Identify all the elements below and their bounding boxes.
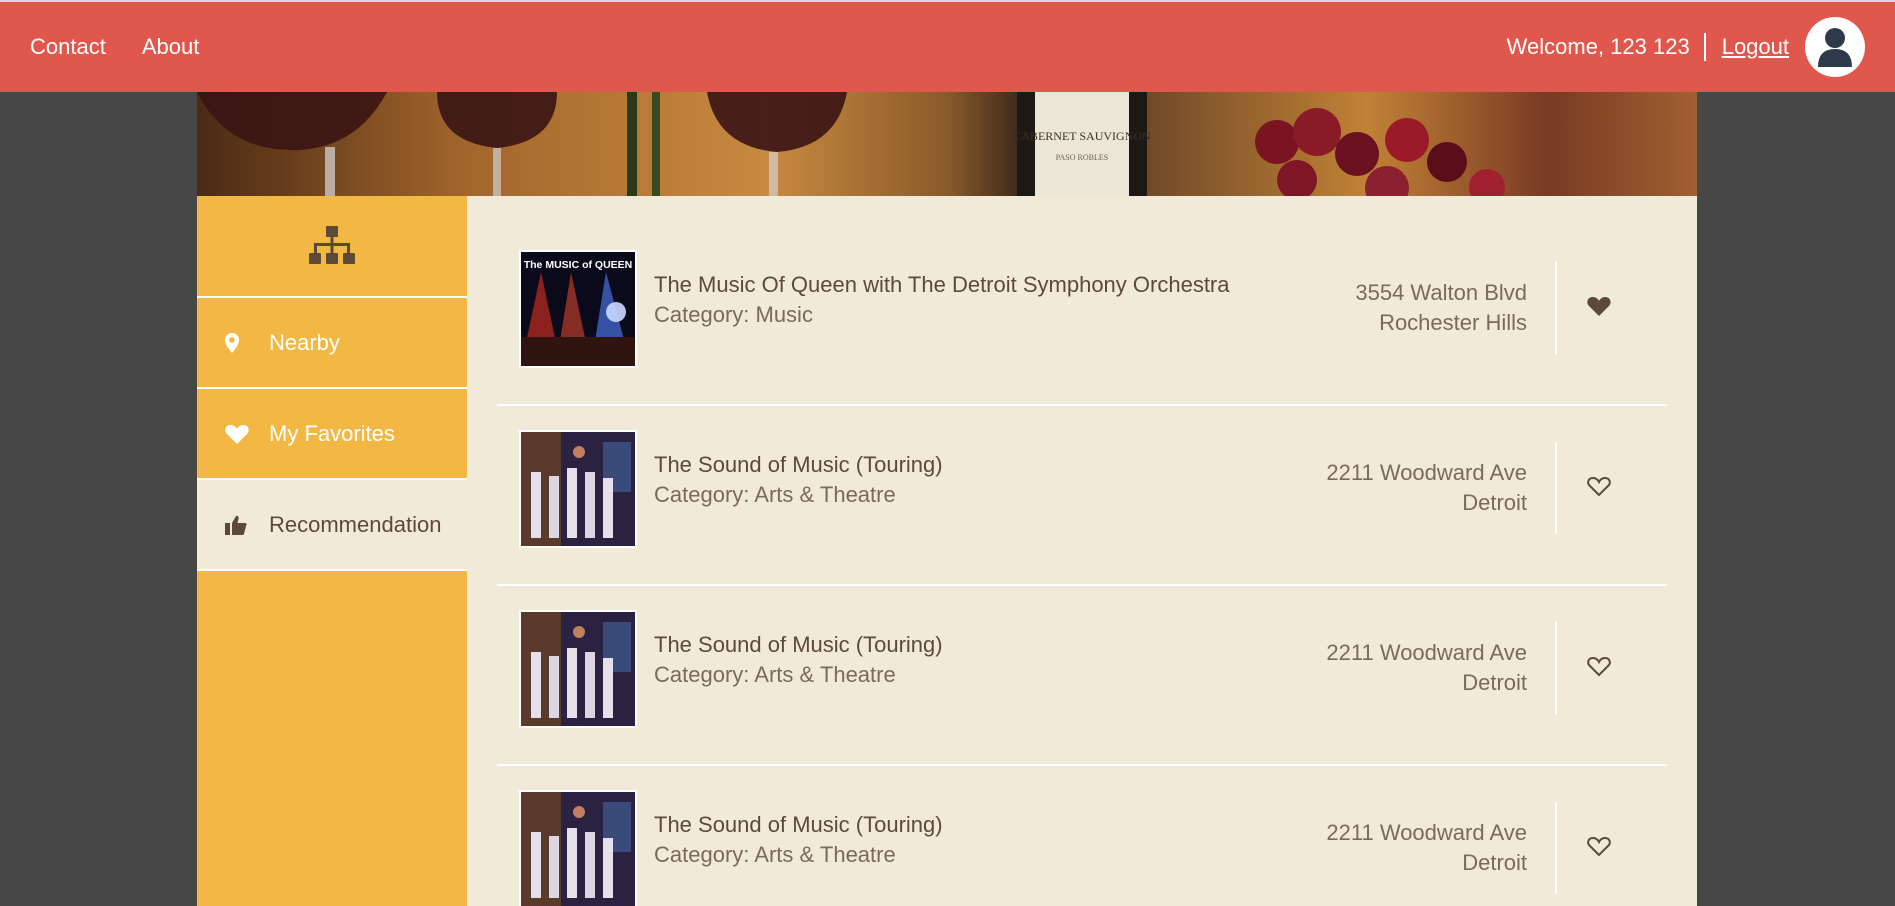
address-city: Detroit bbox=[1462, 670, 1527, 695]
sidebar-item-label: Recommendation bbox=[269, 511, 442, 537]
banner-label: CABERNET SAUVIGNON bbox=[1013, 129, 1151, 143]
event-title[interactable]: The Sound of Music (Touring) bbox=[654, 632, 943, 658]
user-icon bbox=[1818, 28, 1852, 67]
address-city: Detroit bbox=[1462, 850, 1527, 875]
logout-link[interactable]: Logout bbox=[1722, 34, 1789, 60]
sidebar-header bbox=[197, 196, 467, 298]
heart-outline-icon bbox=[1587, 656, 1611, 677]
favorite-button[interactable] bbox=[1586, 294, 1612, 320]
welcome-text: Welcome, 123 123 bbox=[1507, 33, 1706, 61]
top-navbar: Contact About Welcome, 123 123 Logout bbox=[0, 0, 1895, 92]
event-title[interactable]: The Sound of Music (Touring) bbox=[654, 452, 943, 478]
event-address: 2211 Woodward Ave Detroit bbox=[1326, 638, 1527, 698]
banner-sublabel: PASO ROBLES bbox=[1056, 153, 1108, 162]
favorite-button[interactable] bbox=[1586, 654, 1612, 680]
event-item[interactable]: The MUSIC of QUEEN The Music Of Queen wi… bbox=[497, 226, 1667, 406]
sidebar-item-label: Nearby bbox=[269, 329, 340, 355]
event-thumbnail-text: The MUSIC of QUEEN bbox=[524, 259, 633, 271]
event-thumbnail: The MUSIC of QUEEN bbox=[519, 250, 637, 368]
event-item[interactable]: The Sound of Music (Touring) Category: A… bbox=[497, 406, 1667, 586]
address-city: Rochester Hills bbox=[1379, 310, 1527, 335]
address-city: Detroit bbox=[1462, 490, 1527, 515]
sidebar-item-my-favorites[interactable]: My Favorites bbox=[197, 389, 467, 480]
event-address: 2211 Woodward Ave Detroit bbox=[1326, 818, 1527, 878]
main-wrapper: CABERNET SAUVIGNON PASO ROBLES Nearby My… bbox=[197, 92, 1697, 906]
content-area: The MUSIC of QUEEN The Music Of Queen wi… bbox=[467, 196, 1697, 906]
favorite-button[interactable] bbox=[1586, 834, 1612, 860]
event-address: 2211 Woodward Ave Detroit bbox=[1326, 458, 1527, 518]
event-thumbnail bbox=[519, 430, 637, 548]
event-item[interactable]: The Sound of Music (Touring) Category: A… bbox=[497, 766, 1667, 906]
event-title[interactable]: The Music Of Queen with The Detroit Symp… bbox=[654, 272, 1230, 298]
contact-link[interactable]: Contact bbox=[30, 34, 106, 60]
event-address: 3554 Walton Blvd Rochester Hills bbox=[1355, 278, 1527, 338]
divider bbox=[1555, 622, 1557, 714]
heart-filled-icon bbox=[1587, 297, 1611, 316]
map-marker-icon bbox=[225, 332, 255, 353]
about-link[interactable]: About bbox=[142, 34, 200, 60]
event-category: Category: Music bbox=[654, 302, 813, 327]
avatar[interactable] bbox=[1805, 17, 1865, 77]
top-nav-links: Contact About bbox=[30, 2, 199, 92]
banner-image: CABERNET SAUVIGNON PASO ROBLES bbox=[197, 92, 1697, 196]
event-category: Category: Arts & Theatre bbox=[654, 482, 896, 507]
event-item[interactable]: The Sound of Music (Touring) Category: A… bbox=[497, 586, 1667, 766]
user-area: Welcome, 123 123 Logout bbox=[1507, 2, 1865, 92]
heart-outline-icon bbox=[1587, 836, 1611, 857]
event-title[interactable]: The Sound of Music (Touring) bbox=[654, 812, 943, 838]
address-street: 3554 Walton Blvd bbox=[1355, 280, 1527, 305]
sidebar-item-label: My Favorites bbox=[269, 420, 395, 446]
thumbs-up-icon bbox=[225, 515, 255, 535]
address-street: 2211 Woodward Ave bbox=[1326, 820, 1527, 845]
sidebar-item-nearby[interactable]: Nearby bbox=[197, 298, 467, 389]
divider bbox=[1555, 802, 1557, 894]
address-street: 2211 Woodward Ave bbox=[1326, 460, 1527, 485]
sidebar: Nearby My Favorites Recommendation bbox=[197, 196, 467, 906]
event-category: Category: Arts & Theatre bbox=[654, 662, 896, 687]
divider bbox=[1555, 262, 1557, 354]
address-street: 2211 Woodward Ave bbox=[1326, 640, 1527, 665]
event-thumbnail bbox=[519, 790, 637, 906]
heart-icon bbox=[225, 424, 255, 444]
divider bbox=[1555, 442, 1557, 534]
heart-outline-icon bbox=[1587, 476, 1611, 497]
favorite-button[interactable] bbox=[1586, 474, 1612, 500]
event-thumbnail bbox=[519, 610, 637, 728]
event-list: The MUSIC of QUEEN The Music Of Queen wi… bbox=[497, 226, 1667, 906]
sitemap-icon bbox=[309, 226, 355, 264]
event-category: Category: Arts & Theatre bbox=[654, 842, 896, 867]
sidebar-item-recommendation[interactable]: Recommendation bbox=[197, 480, 467, 571]
